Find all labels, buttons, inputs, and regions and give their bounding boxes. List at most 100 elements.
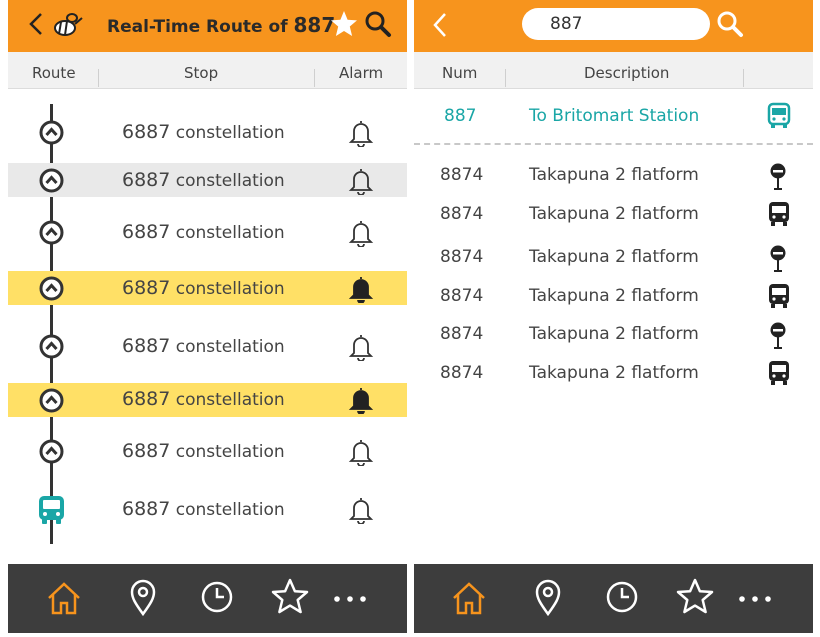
stop-label: 6887 constellation xyxy=(122,498,285,520)
stop-row[interactable]: 6887 constellation xyxy=(8,492,407,526)
location-pin-icon[interactable] xyxy=(129,579,157,617)
stop-row[interactable]: 6887 constellation xyxy=(8,163,407,197)
stop-arrow-marker-icon xyxy=(39,439,64,464)
description-column-label: Description xyxy=(584,64,670,82)
bell-outline-icon[interactable] xyxy=(348,438,374,466)
stop-name: constellation xyxy=(175,123,285,143)
stop-code: 6887 xyxy=(122,221,171,243)
stop-name: constellation xyxy=(175,337,285,357)
stop-code: 6887 xyxy=(122,440,171,462)
stop-arrow-marker-icon xyxy=(39,276,64,301)
stop-name: constellation xyxy=(175,390,285,410)
bus-icon xyxy=(39,496,64,524)
stop-row[interactable]: 6887 constellation xyxy=(8,271,407,305)
search-icon[interactable] xyxy=(364,10,392,38)
column-divider xyxy=(314,69,315,87)
bee-logo-icon[interactable] xyxy=(50,10,84,40)
result-row[interactable]: 8874 Takapuna 2 flatform xyxy=(414,278,813,314)
title-prefix: Real-Time Route of xyxy=(107,17,288,37)
bell-outline-icon[interactable] xyxy=(348,496,374,524)
bus-icon xyxy=(767,102,791,128)
result-num: 8874 xyxy=(440,324,484,344)
stop-row[interactable]: 6887 constellation xyxy=(8,215,407,249)
stop-code: 6887 xyxy=(122,388,171,410)
result-row[interactable]: 8874 Takapuna 2 flatform xyxy=(414,239,813,275)
stop-label: 6887 constellation xyxy=(122,277,285,299)
route-number: 887 xyxy=(293,13,336,37)
stop-code: 6887 xyxy=(122,335,171,357)
search-icon[interactable] xyxy=(716,10,744,38)
stop-code: 6887 xyxy=(122,498,171,520)
location-pin-icon[interactable] xyxy=(534,579,562,617)
result-description: Takapuna 2 flatform xyxy=(529,324,699,344)
result-num: 8874 xyxy=(440,286,484,306)
route-screen: Real-Time Route of 887 Route Stop Alarm … xyxy=(8,0,407,637)
stop-arrow-marker-icon xyxy=(39,334,64,359)
result-num: 887 xyxy=(444,106,477,126)
home-icon[interactable] xyxy=(451,580,487,616)
search-screen: Num Description 887 To Britomart Station… xyxy=(414,0,813,637)
back-icon[interactable] xyxy=(432,12,448,38)
stop-arrow-marker-icon xyxy=(39,120,64,145)
star-icon[interactable] xyxy=(271,578,309,614)
stop-label: 6887 constellation xyxy=(122,221,285,243)
bell-filled-icon[interactable] xyxy=(348,275,374,303)
page-title: Real-Time Route of 887 xyxy=(107,13,335,37)
result-row[interactable]: 8874 Takapuna 2 flatform xyxy=(414,316,813,352)
bottom-nav xyxy=(8,564,407,633)
stop-arrow-marker-icon xyxy=(39,388,64,413)
stop-code: 6887 xyxy=(122,121,171,143)
alarm-column-label: Alarm xyxy=(339,64,384,82)
top-result-row[interactable]: 887 To Britomart Station xyxy=(414,98,813,134)
stop-label: 6887 constellation xyxy=(122,440,285,462)
stop-row[interactable]: 6887 constellation xyxy=(8,434,407,468)
stop-row[interactable]: 6887 constellation xyxy=(8,329,407,363)
result-description: Takapuna 2 flatform xyxy=(529,204,699,224)
stop-row[interactable]: 6887 constellation xyxy=(8,115,407,149)
result-row[interactable]: 8874 Takapuna 2 flatform xyxy=(414,196,813,232)
stop-label: 6887 constellation xyxy=(122,388,285,410)
search-box xyxy=(522,8,710,40)
star-icon[interactable] xyxy=(676,578,714,614)
bell-outline-icon[interactable] xyxy=(348,119,374,147)
result-num: 8874 xyxy=(440,204,484,224)
stop-label: 6887 constellation xyxy=(122,121,285,143)
top-bar xyxy=(414,0,813,52)
more-icon[interactable] xyxy=(333,595,367,603)
bell-filled-icon[interactable] xyxy=(348,386,374,414)
stop-label: 6887 constellation xyxy=(122,169,285,191)
stop-column-label: Stop xyxy=(184,64,219,82)
result-row[interactable]: 8874 Takapuna 2 flatform xyxy=(414,157,813,193)
result-description: Takapuna 2 flatform xyxy=(529,165,699,185)
stop-code: 6887 xyxy=(122,277,171,299)
stop-name: constellation xyxy=(175,223,285,243)
bus-icon xyxy=(769,284,789,308)
result-row[interactable]: 8874 Takapuna 2 flatform xyxy=(414,355,813,391)
column-header: Num Description xyxy=(414,52,813,89)
favorite-star-icon[interactable] xyxy=(330,10,358,37)
divider xyxy=(414,143,813,145)
back-icon[interactable] xyxy=(28,12,44,36)
more-icon[interactable] xyxy=(738,595,772,603)
search-input[interactable] xyxy=(550,14,700,34)
bell-outline-icon[interactable] xyxy=(348,167,374,195)
stop-arrow-marker-icon xyxy=(39,220,64,245)
bus-icon xyxy=(769,202,789,226)
stop-row[interactable]: 6887 constellation xyxy=(8,383,407,417)
bell-outline-icon[interactable] xyxy=(348,219,374,247)
home-icon[interactable] xyxy=(46,580,82,616)
clock-icon[interactable] xyxy=(606,581,638,613)
bus-stop-icon xyxy=(770,163,786,190)
result-description: Takapuna 2 flatform xyxy=(529,363,699,383)
bell-outline-icon[interactable] xyxy=(348,333,374,361)
top-bar: Real-Time Route of 887 xyxy=(8,0,407,52)
column-header: Route Stop Alarm xyxy=(8,52,407,89)
bus-icon xyxy=(769,361,789,385)
stop-label: 6887 constellation xyxy=(122,335,285,357)
result-description: Takapuna 2 flatform xyxy=(529,286,699,306)
route-column-label: Route xyxy=(32,64,76,82)
clock-icon[interactable] xyxy=(201,581,233,613)
stop-name: constellation xyxy=(175,442,285,462)
column-divider xyxy=(505,69,506,87)
stop-code: 6887 xyxy=(122,169,171,191)
